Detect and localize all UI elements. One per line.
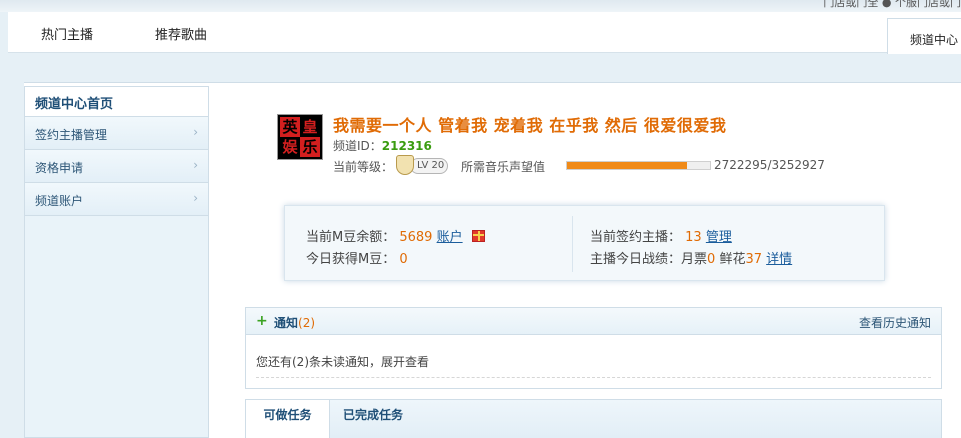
detail-link[interactable]: 详情 (766, 252, 792, 267)
progress-fill (567, 162, 687, 169)
tab-available-tasks[interactable]: 可做任务 (246, 400, 330, 438)
notice-title-text: 通知 (274, 316, 299, 330)
notice-count: (2) (298, 316, 316, 330)
notice-panel: + 通知(2) 查看历史通知 您还有(2)条未读通知，展开查看 (245, 307, 942, 389)
chevron-right-icon: › (193, 191, 198, 205)
avatar-char: 皇 (300, 117, 320, 137)
flower-label: 鲜花 (719, 252, 746, 267)
sidebar: 频道中心首页 签约主播管理 › 资格申请 › 频道账户 › (24, 86, 209, 438)
balance-value: 5689 (399, 230, 433, 245)
sidebar-item-label: 频道账户 (35, 194, 84, 208)
shield-icon (396, 155, 414, 175)
level-badge: LV 20 (396, 155, 450, 177)
sidebar-item-signed-anchors[interactable]: 签约主播管理 › (25, 117, 208, 150)
avatar-char: 娱 (280, 137, 300, 157)
today-beans-line: 今日获得M豆： 0 (306, 248, 408, 267)
signed-anchors-label: 当前签约主播： (590, 230, 682, 245)
chevron-right-icon: › (193, 158, 198, 172)
avatar-char: 英 (280, 117, 300, 137)
sidebar-item-label: 资格申请 (35, 161, 84, 175)
signed-anchors-value: 13 (685, 230, 702, 245)
anchor-record-line: 主播今日战绩：月票0 鲜花37 详情 (590, 248, 792, 267)
tab-channel-center[interactable]: 频道中心 (887, 18, 961, 54)
channel-avatar: 英 皇 娱 乐 (277, 114, 323, 160)
sidebar-item-channel-account[interactable]: 频道账户 › (25, 183, 208, 216)
notice-body[interactable]: 您还有(2)条未读通知，展开查看 (256, 353, 429, 370)
history-notice-link[interactable]: 查看历史通知 (859, 314, 931, 331)
tab-completed-tasks[interactable]: 已完成任务 (338, 400, 408, 427)
notice-divider (256, 377, 931, 378)
gift-icon[interactable] (471, 230, 485, 242)
sidebar-item-qualification[interactable]: 资格申请 › (25, 150, 208, 183)
today-beans-value: 0 (399, 252, 408, 267)
channel-id-label: 频道ID： (333, 139, 382, 153)
nav-hot-anchors[interactable]: 热门主播 (41, 24, 93, 43)
channel-id: 频道ID：212316 (333, 137, 432, 154)
channel-id-value: 212316 (381, 139, 432, 153)
anchor-record-label: 主播今日战绩： (590, 252, 682, 267)
level-badge-text: LV 20 (410, 158, 448, 174)
tasks-panel: 可做任务 已完成任务 (245, 399, 942, 438)
plus-icon: + (256, 313, 268, 329)
flower-value: 37 (745, 252, 763, 267)
reputation-progress-text: 2722295/3252927 (714, 158, 825, 172)
avatar-char: 乐 (300, 137, 320, 157)
notice-title: 通知(2) (274, 314, 315, 331)
channel-title: 我需要一个人 管着我 宠着我 在乎我 然后 很爱很爱我 (333, 116, 727, 135)
notice-header: + 通知(2) 查看历史通知 (246, 308, 941, 335)
level-label: 当前等级： (333, 160, 394, 174)
nav-recommended-songs[interactable]: 推荐歌曲 (155, 24, 207, 43)
top-nav: 热门主播 推荐歌曲 频道中心 (8, 12, 961, 54)
account-link[interactable]: 账户 (437, 230, 463, 245)
signed-anchors-line: 当前签约主播： 13 管理 (590, 226, 732, 245)
ticket-value: 0 (707, 252, 716, 267)
balance-line: 当前M豆余额： 5689 账户 (306, 226, 485, 245)
today-beans-label: 今日获得M豆： (306, 252, 396, 267)
top-strip-text: 门店或门全 ● 个服门店或门 (823, 0, 961, 9)
balance-label: 当前M豆余额： (306, 230, 396, 245)
reputation-label: 所需音乐声望值 (461, 160, 546, 174)
reputation-progress-bar (566, 161, 711, 170)
top-strip: 门店或门全 ● 个服门店或门 (0, 0, 961, 12)
sidebar-item-label: 签约主播管理 (35, 128, 108, 142)
manage-link[interactable]: 管理 (706, 230, 732, 245)
ticket-label: 月票 (681, 252, 708, 267)
chevron-right-icon: › (193, 125, 198, 139)
sidebar-title[interactable]: 频道中心首页 (25, 87, 208, 117)
stats-divider (572, 216, 573, 272)
